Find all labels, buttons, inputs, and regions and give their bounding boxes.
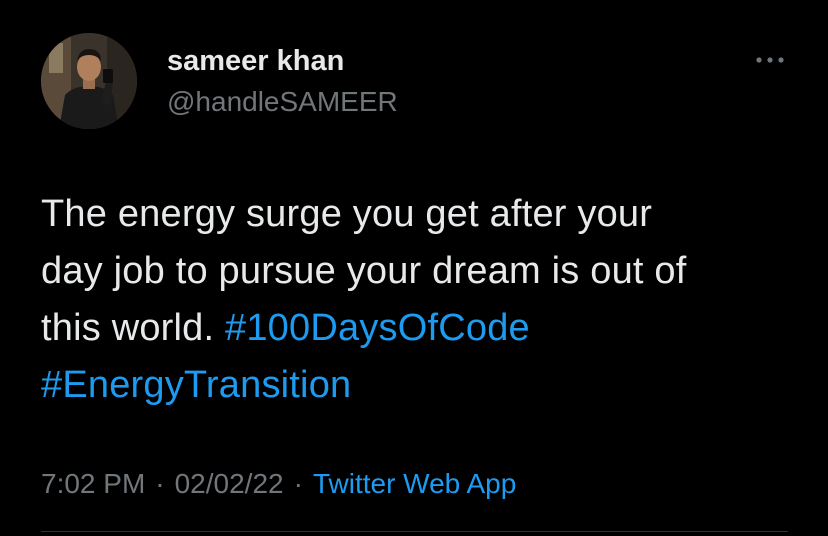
meta-separator: · bbox=[293, 468, 303, 499]
tweet-text-line: day job to pursue your dream is out of bbox=[41, 250, 687, 292]
hashtag-link-100daysofcode[interactable]: #100DaysOfCode bbox=[225, 307, 530, 349]
tweet-text-line: this world. #100DaysOfCode bbox=[41, 300, 801, 357]
meta-separator: · bbox=[155, 468, 165, 499]
more-horizontal-icon bbox=[756, 57, 784, 63]
tweet-text-line: #EnergyTransition bbox=[41, 357, 801, 414]
tweet-text-segment: this world. bbox=[41, 307, 226, 349]
more-options-button[interactable] bbox=[748, 48, 792, 72]
tweet-source-link[interactable]: Twitter Web App bbox=[313, 468, 516, 499]
profile-photo-icon bbox=[41, 33, 137, 129]
user-handle[interactable]: @handleSAMEER bbox=[167, 86, 398, 118]
tweet-metadata: 7:02 PM · 02/02/22 · Twitter Web App bbox=[41, 466, 516, 502]
avatar[interactable] bbox=[41, 33, 137, 129]
hashtag-link-energytransition[interactable]: #EnergyTransition bbox=[41, 364, 351, 406]
tweet-time[interactable]: 7:02 PM bbox=[41, 468, 145, 499]
display-name[interactable]: sameer khan bbox=[167, 44, 344, 78]
tweet-text-line: The energy surge you get after your bbox=[41, 193, 653, 235]
tweet-card: sameer khan @handleSAMEER The energy sur… bbox=[0, 0, 828, 536]
tweet-text: The energy surge you get after your day … bbox=[41, 186, 801, 414]
divider bbox=[41, 531, 788, 532]
tweet-date[interactable]: 02/02/22 bbox=[175, 468, 284, 499]
